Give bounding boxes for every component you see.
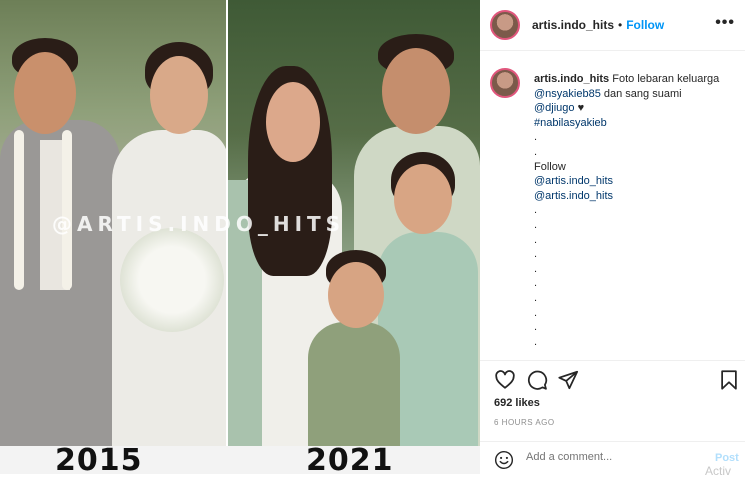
activate-overlay-text: Activ (705, 464, 732, 478)
caption-dot: . (534, 218, 538, 231)
mention-link[interactable]: @artis.indo_hits (534, 174, 739, 189)
groom-face (14, 52, 76, 134)
share-icon[interactable] (557, 369, 579, 391)
bride-face (150, 56, 208, 134)
hashtag-link[interactable]: #nabilasyakieb (534, 116, 739, 131)
header-separator: • (618, 18, 623, 32)
heart-symbol: ♥ (577, 102, 585, 115)
mention-link[interactable]: @nsyakieb85 (534, 88, 601, 100)
year-label-left: 2015 (55, 443, 143, 474)
caption-dot: . (534, 145, 538, 158)
girl-face (394, 164, 452, 234)
caption-area: artis.indo_hits Foto lebaran keluarga @n… (480, 50, 745, 360)
year-label-right: 2021 (306, 443, 394, 474)
follow-button[interactable]: Follow (626, 18, 664, 32)
header-username[interactable]: artis.indo_hits (532, 18, 614, 32)
caption-avatar[interactable] (490, 68, 520, 98)
caption-dot: . (534, 262, 538, 275)
post-timestamp[interactable]: 6 HOURS AGO (494, 418, 555, 427)
caption-dot: . (534, 335, 538, 348)
boy-face (328, 262, 384, 328)
caption-dot: . (534, 248, 538, 261)
caption-username[interactable]: artis.indo_hits (534, 73, 609, 85)
caption-body: Foto lebaran keluarga (612, 73, 720, 85)
boy-outfit (308, 322, 400, 446)
bouquet (120, 228, 224, 332)
emoji-icon[interactable] (494, 450, 514, 470)
bookmark-icon[interactable] (718, 369, 740, 391)
man-face (382, 48, 450, 134)
heart-icon[interactable] (494, 369, 516, 391)
caption-dot: . (534, 277, 538, 290)
caption-dot: . (534, 233, 538, 246)
garland (62, 130, 72, 290)
caption-dot: . (534, 131, 538, 144)
photo-watermark: @ARTIS.INDO_HITS (52, 212, 346, 236)
caption-dot: . (534, 306, 538, 319)
mention-link[interactable]: @djiugo (534, 102, 575, 114)
post-image[interactable]: @ARTIS.INDO_HITS 2015 2021 (0, 0, 480, 474)
caption-follow-word: Follow (534, 160, 566, 173)
more-options-icon[interactable]: ••• (715, 14, 735, 32)
post-header: artis.indo_hits • Follow ••• (480, 0, 745, 51)
garland (14, 130, 24, 290)
comment-bar: Post Activ (480, 441, 745, 478)
post-button[interactable]: Post (715, 452, 739, 464)
woman-face (266, 82, 320, 162)
comment-icon[interactable] (526, 369, 548, 391)
post-actions: 692 likes 6 HOURS AGO Post Activ (480, 360, 745, 478)
caption-dot: . (534, 291, 538, 304)
caption-text: artis.indo_hits Foto lebaran keluarga @n… (534, 72, 739, 349)
mention-link[interactable]: @artis.indo_hits (534, 189, 739, 204)
caption-dot: . (534, 204, 538, 217)
caption-body-2: dan sang suami (603, 87, 682, 100)
caption-dot: . (534, 321, 538, 334)
comment-input[interactable] (526, 451, 686, 463)
likes-count[interactable]: 692 likes (494, 397, 540, 409)
profile-avatar[interactable] (490, 10, 520, 40)
